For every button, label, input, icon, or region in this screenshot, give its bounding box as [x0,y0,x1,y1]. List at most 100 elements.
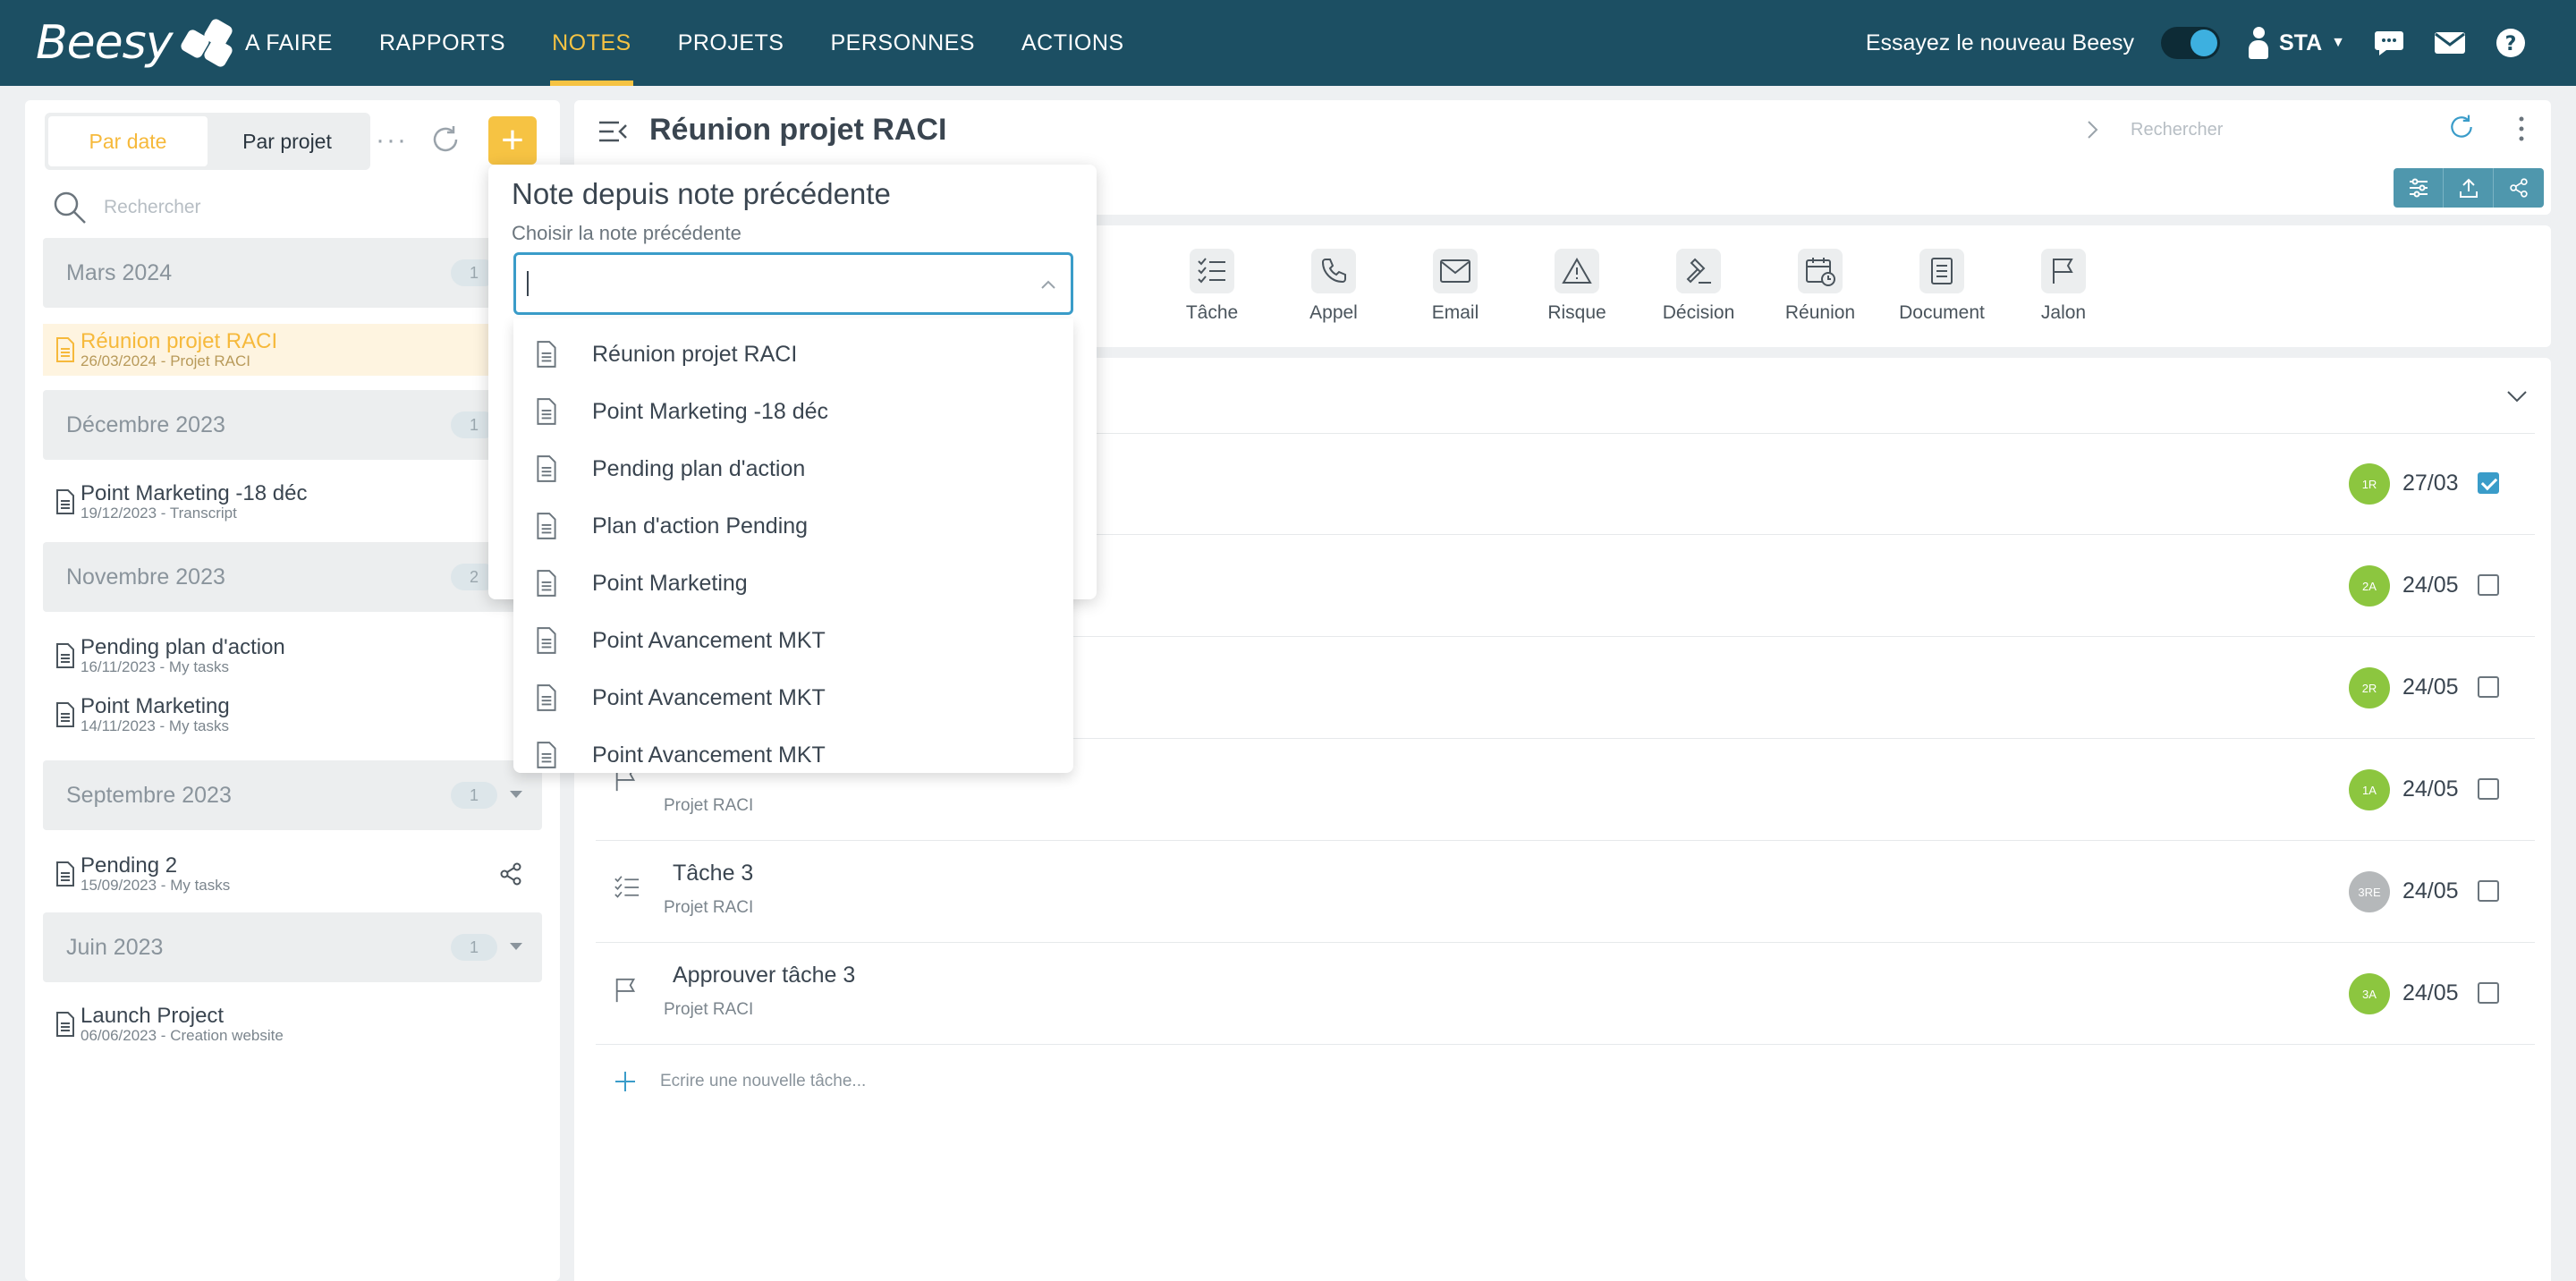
task-title: Approuver tâche 3 [673,963,856,988]
document-icon [55,642,75,674]
flag-icon [614,977,639,1008]
group-juin-2023[interactable]: Juin 2023 1 [43,912,542,982]
group-septembre-2023[interactable]: Septembre 2023 1 [43,760,542,830]
tool-reunion[interactable]: Réunion [1771,249,1869,324]
document-icon [535,626,558,659]
note-subtitle: 26/03/2024 - Projet RACI [80,352,250,369]
tool-decision[interactable]: Décision [1649,249,1748,324]
task-checkbox[interactable] [2478,472,2499,494]
task-due-date: 24/05 [2402,776,2459,802]
new-beesy-toggle[interactable] [2161,27,2220,59]
nav-personnes[interactable]: PERSONNES [807,0,997,86]
avatar: 3RE [2349,871,2390,912]
dropdown-option[interactable]: Point Marketing -18 déc [513,383,1073,440]
caret-down-icon: ▼ [2331,35,2345,50]
tool-label: Réunion [1784,302,1856,323]
nav-notes[interactable]: NOTES [529,0,655,86]
calendar-clock-icon [1798,249,1843,293]
tab-par-projet[interactable]: Par projet [208,116,367,166]
notes-sidebar: Par date Par projet ··· + Rechercher Mar… [25,100,560,1281]
dropdown-option[interactable]: Réunion projet RACI [513,326,1073,383]
task-checkbox[interactable] [2478,676,2499,698]
task-row[interactable]: Approuver tâche 3 Projet RACI 3A 24/05 [596,943,2535,1045]
share-button[interactable] [2494,168,2544,208]
task-project: Projet RACI [664,898,754,917]
tab-par-date[interactable]: Par date [48,116,208,166]
dropdown-option[interactable]: Point Avancement MKT [513,726,1073,773]
collapse-sidebar-icon[interactable] [597,118,628,149]
share-icon[interactable] [499,862,522,890]
note-item[interactable]: Pending plan d'action 16/11/2023 - My tas… [43,630,542,682]
nav-projets[interactable]: PROJETS [655,0,808,86]
chevron-down-icon[interactable] [2506,390,2528,407]
sidebar-search[interactable]: Rechercher [52,190,201,225]
nav-rapports[interactable]: RAPPORTS [356,0,529,86]
dropdown-option[interactable]: Point Avancement MKT [513,612,1073,669]
nav-actions[interactable]: ACTIONS [998,0,1148,86]
group-count: 1 [451,934,497,961]
chevron-up-icon[interactable] [1040,278,1056,294]
document-icon [55,701,75,733]
top-navbar: Beesy A FAIRE RAPPORTS NOTES PROJETS PER… [0,0,2576,86]
tool-jalon[interactable]: Jalon [2014,249,2113,324]
refresh-icon[interactable] [2447,113,2476,146]
logo-text: Beesy [36,16,174,70]
toggle-knob [2190,30,2217,56]
note-title: Pending plan d'action [80,635,285,659]
user-menu[interactable]: STA ▼ [2247,27,2345,59]
note-title: Point Marketing -18 déc [80,481,308,505]
task-title: Tâche 3 [673,861,754,886]
task-checkbox[interactable] [2478,982,2499,1004]
tool-email[interactable]: Email [1406,249,1504,324]
task-checkbox[interactable] [2478,778,2499,800]
popover-title: Note depuis note précédente [512,177,891,210]
user-name: STA [2279,30,2323,55]
note-title: Launch Project [80,1004,225,1028]
kebab-menu-icon[interactable] [2517,115,2526,148]
add-note-button[interactable]: + [488,116,537,165]
email-icon [1433,249,1478,293]
note-item[interactable]: Point Marketing -18 déc 19/12/2023 - Tran… [43,476,542,528]
group-novembre-2023[interactable]: Novembre 2023 2 [43,542,542,612]
tool-document[interactable]: Document [1893,249,1991,324]
beesy-logo[interactable]: Beesy [36,16,234,70]
group-mars-2024[interactable]: Mars 2024 1 [43,238,542,308]
dropdown-option[interactable]: Point Avancement MKT [513,669,1073,726]
note-item[interactable]: Réunion projet RACI 26/03/2024 - Projet R… [43,324,542,376]
export-button[interactable] [2444,168,2494,208]
note-search-input[interactable]: Rechercher [2131,120,2223,140]
group-count: 1 [451,782,497,809]
avatar: 1A [2349,769,2390,810]
chat-icon[interactable] [2372,26,2406,60]
refresh-icon[interactable] [429,123,462,160]
previous-note-select[interactable] [513,252,1073,315]
nav-a-faire[interactable]: A FAIRE [222,0,356,86]
svg-text:?: ? [2505,33,2517,55]
dropdown-option[interactable]: Point Marketing [513,555,1073,612]
dropdown-option[interactable]: Plan d'action Pending [513,497,1073,555]
tool-label: Appel [1309,302,1358,323]
note-subtitle: 19/12/2023 - Transcript [80,505,237,522]
note-item[interactable]: Pending 2 15/09/2023 - My tasks [43,848,542,900]
help-icon[interactable]: ? [2494,26,2528,60]
more-options-icon[interactable]: ··· [376,125,408,156]
group-decembre-2023[interactable]: Décembre 2023 1 [43,390,542,460]
tool-risque[interactable]: Risque [1528,249,1626,324]
tool-tache[interactable]: Tâche [1163,249,1261,324]
chevron-right-icon[interactable] [2086,118,2100,146]
new-task-input[interactable]: Ecrire une nouvelle tâche... [614,1070,866,1093]
tool-label: Risque [1547,302,1606,323]
note-subtitle: 06/06/2023 - Creation website [80,1027,284,1044]
tool-appel[interactable]: Appel [1284,249,1383,324]
page-title[interactable]: Réunion projet RACI [649,113,946,148]
task-checkbox[interactable] [2478,880,2499,902]
note-item[interactable]: Launch Project 06/06/2023 - Creation webs… [43,998,542,1050]
task-checkbox[interactable] [2478,574,2499,596]
dropdown-option[interactable]: Pending plan d'action [513,440,1073,497]
top-right-tools: Essayez le nouveau Beesy STA ▼ ? [1866,0,2528,86]
note-item[interactable]: Point Marketing 14/11/2023 - My tasks [43,689,542,741]
task-row[interactable]: Tâche 3 Projet RACI 3RE 24/05 [596,841,2535,943]
settings-sliders-button[interactable] [2394,168,2444,208]
mail-icon[interactable] [2433,26,2467,60]
phone-icon [1311,249,1356,293]
